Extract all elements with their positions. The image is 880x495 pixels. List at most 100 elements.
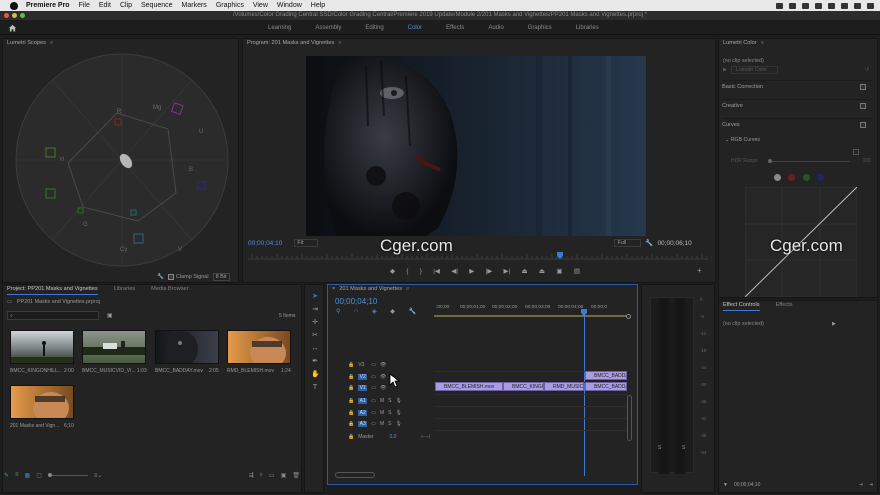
- linked-selection-icon[interactable]: ∩: [354, 308, 358, 315]
- pencil-icon[interactable]: ✎: [4, 472, 9, 479]
- status-icon[interactable]: [776, 2, 783, 9]
- solo-button[interactable]: S: [388, 421, 391, 427]
- section-creative[interactable]: Creative: [722, 99, 872, 111]
- find-icon[interactable]: ⌕: [260, 472, 263, 479]
- workspace-tab-effects[interactable]: Effects: [446, 25, 464, 31]
- solo-right[interactable]: S: [682, 445, 685, 451]
- wrench-icon[interactable]: 🔧: [645, 239, 653, 247]
- thumbnail-badday[interactable]: [155, 330, 219, 364]
- tab-libraries[interactable]: Libraries: [114, 285, 135, 294]
- eye-icon[interactable]: 👁: [380, 362, 386, 368]
- airplay-icon[interactable]: [802, 2, 809, 9]
- effects-timecode[interactable]: 00;00;04;10: [734, 482, 760, 488]
- program-time-ruler[interactable]: [248, 250, 712, 262]
- lift-icon[interactable]: ⏏: [521, 267, 527, 275]
- solo-button[interactable]: S: [388, 410, 391, 416]
- slip-tool-icon[interactable]: ↔: [311, 345, 319, 353]
- mute-button[interactable]: M: [380, 410, 384, 416]
- step-forward-icon[interactable]: |▶: [486, 267, 493, 275]
- pen-tool-icon[interactable]: ✒: [311, 358, 319, 366]
- lock-icon[interactable]: 🔒: [348, 434, 354, 440]
- section-curves[interactable]: Curves: [722, 118, 872, 130]
- timeline-ruler[interactable]: ;00;00 00;00;01;00 00;00;02;00 00;00;03;…: [434, 298, 630, 318]
- track-label-a3[interactable]: A3: [358, 421, 368, 427]
- lock-icon[interactable]: 🔒: [348, 410, 354, 416]
- menu-view[interactable]: View: [253, 2, 268, 9]
- bit-depth-select[interactable]: 8 Bit: [212, 273, 230, 281]
- sync-lock-icon[interactable]: ▭: [371, 398, 376, 404]
- automate-icon[interactable]: ⇶: [249, 472, 254, 479]
- thumbnail-blemish[interactable]: [227, 330, 291, 364]
- mic-icon[interactable]: 🎙: [395, 398, 401, 404]
- track-label-v2[interactable]: V2: [358, 374, 368, 380]
- workspace-tab-libraries[interactable]: Libraries: [576, 25, 599, 31]
- tab-project[interactable]: Project: PP201 Masks and Vignettes: [7, 285, 98, 295]
- tab-effect-controls[interactable]: Effect Controls: [723, 301, 760, 311]
- timeline-timecode[interactable]: 00;00;04;10: [335, 297, 377, 306]
- menu-list-icon[interactable]: [867, 2, 874, 9]
- clamp-checkbox[interactable]: [167, 274, 174, 280]
- export-icon[interactable]: ⇥: [859, 482, 863, 488]
- workspace-tab-learning[interactable]: Learning: [268, 25, 291, 31]
- timeline-playhead-icon[interactable]: [581, 309, 587, 316]
- add-marker-icon[interactable]: ◈: [372, 308, 377, 315]
- quality-select[interactable]: Full: [614, 239, 642, 247]
- export-frame-icon[interactable]: ▣: [556, 267, 562, 275]
- lock-icon[interactable]: 🔒: [348, 385, 354, 391]
- menu-sequence[interactable]: Sequence: [141, 2, 173, 9]
- step-back-icon[interactable]: ◀|: [451, 267, 458, 275]
- track-select-tool-icon[interactable]: ⇥: [311, 306, 319, 314]
- menu-edit[interactable]: Edit: [99, 2, 111, 9]
- panel-menu-icon[interactable]: ≡: [761, 39, 764, 48]
- menu-window[interactable]: Window: [277, 2, 302, 9]
- program-current-timecode[interactable]: 00;00;04;10: [248, 240, 282, 247]
- workspace-tab-editing[interactable]: Editing: [365, 25, 383, 31]
- mic-icon[interactable]: 🎙: [395, 421, 401, 427]
- track-label-a2[interactable]: A2: [358, 410, 368, 416]
- clip-v2-badday[interactable]: BMCC_BADDA: [585, 371, 627, 380]
- channel-red-dot[interactable]: [788, 174, 796, 181]
- mark-in-icon[interactable]: {: [406, 268, 408, 275]
- add-button-icon[interactable]: +: [697, 266, 702, 275]
- section-checkbox[interactable]: [860, 121, 866, 128]
- list-view-icon[interactable]: ≡: [15, 472, 19, 478]
- marker-icon[interactable]: ◆: [390, 308, 395, 315]
- home-icon[interactable]: [8, 24, 17, 32]
- mute-button[interactable]: M: [380, 398, 384, 404]
- workspace-tab-graphics[interactable]: Graphics: [528, 25, 552, 31]
- sync-lock-icon[interactable]: ▭: [371, 374, 376, 380]
- track-label-a1[interactable]: A1: [358, 398, 368, 404]
- go-to-in-icon[interactable]: |◀: [433, 267, 440, 275]
- lock-icon[interactable]: 🔒: [348, 362, 354, 368]
- menu-help[interactable]: Help: [311, 2, 325, 9]
- clip-v1-kingonhill[interactable]: BMCC_KINGO: [503, 382, 544, 391]
- menu-app[interactable]: Premiere Pro: [26, 2, 70, 9]
- eye-icon[interactable]: 👁: [380, 374, 386, 380]
- workspace-tab-color[interactable]: Color: [408, 25, 422, 31]
- channel-blue-dot[interactable]: [816, 174, 824, 181]
- wrench-icon[interactable]: 🔧: [157, 274, 164, 280]
- hdr-value[interactable]: 100: [863, 158, 871, 164]
- lumetri-select[interactable]: Lumetri Color: [731, 66, 779, 74]
- go-to-out-icon[interactable]: ▶|: [503, 267, 510, 275]
- add-marker-icon[interactable]: ◆: [390, 267, 395, 275]
- lock-icon[interactable]: 🔒: [348, 421, 354, 427]
- selection-tool-icon[interactable]: ➤: [311, 293, 319, 301]
- go-to-end-icon[interactable]: ⊢⊣: [421, 434, 430, 440]
- razor-tool-icon[interactable]: ✂: [311, 332, 319, 340]
- sequence-tab[interactable]: 201 Masks and Vignettes: [339, 285, 402, 294]
- mic-icon[interactable]: 🎙: [395, 410, 401, 416]
- sync-lock-icon[interactable]: ▭: [371, 362, 376, 368]
- clip-v1-badday[interactable]: BMCC_BADDA: [585, 382, 627, 391]
- workspace-tab-assembly[interactable]: Assembly: [315, 25, 341, 31]
- sort-icon[interactable]: ≡⌄: [94, 472, 103, 479]
- sync-lock-icon[interactable]: ▭: [371, 421, 376, 427]
- clip-v1-blemish[interactable]: BMCC_BLEMISH.mov: [435, 382, 503, 391]
- new-bin-icon[interactable]: ▭: [269, 472, 275, 479]
- apple-icon[interactable]: [10, 1, 18, 10]
- expand-icon[interactable]: ▶: [832, 321, 836, 327]
- track-label-v3[interactable]: V3: [358, 362, 367, 368]
- tab-effects[interactable]: Effects: [776, 301, 793, 310]
- solo-button[interactable]: S: [388, 398, 391, 404]
- sync-lock-icon[interactable]: ▭: [371, 410, 376, 416]
